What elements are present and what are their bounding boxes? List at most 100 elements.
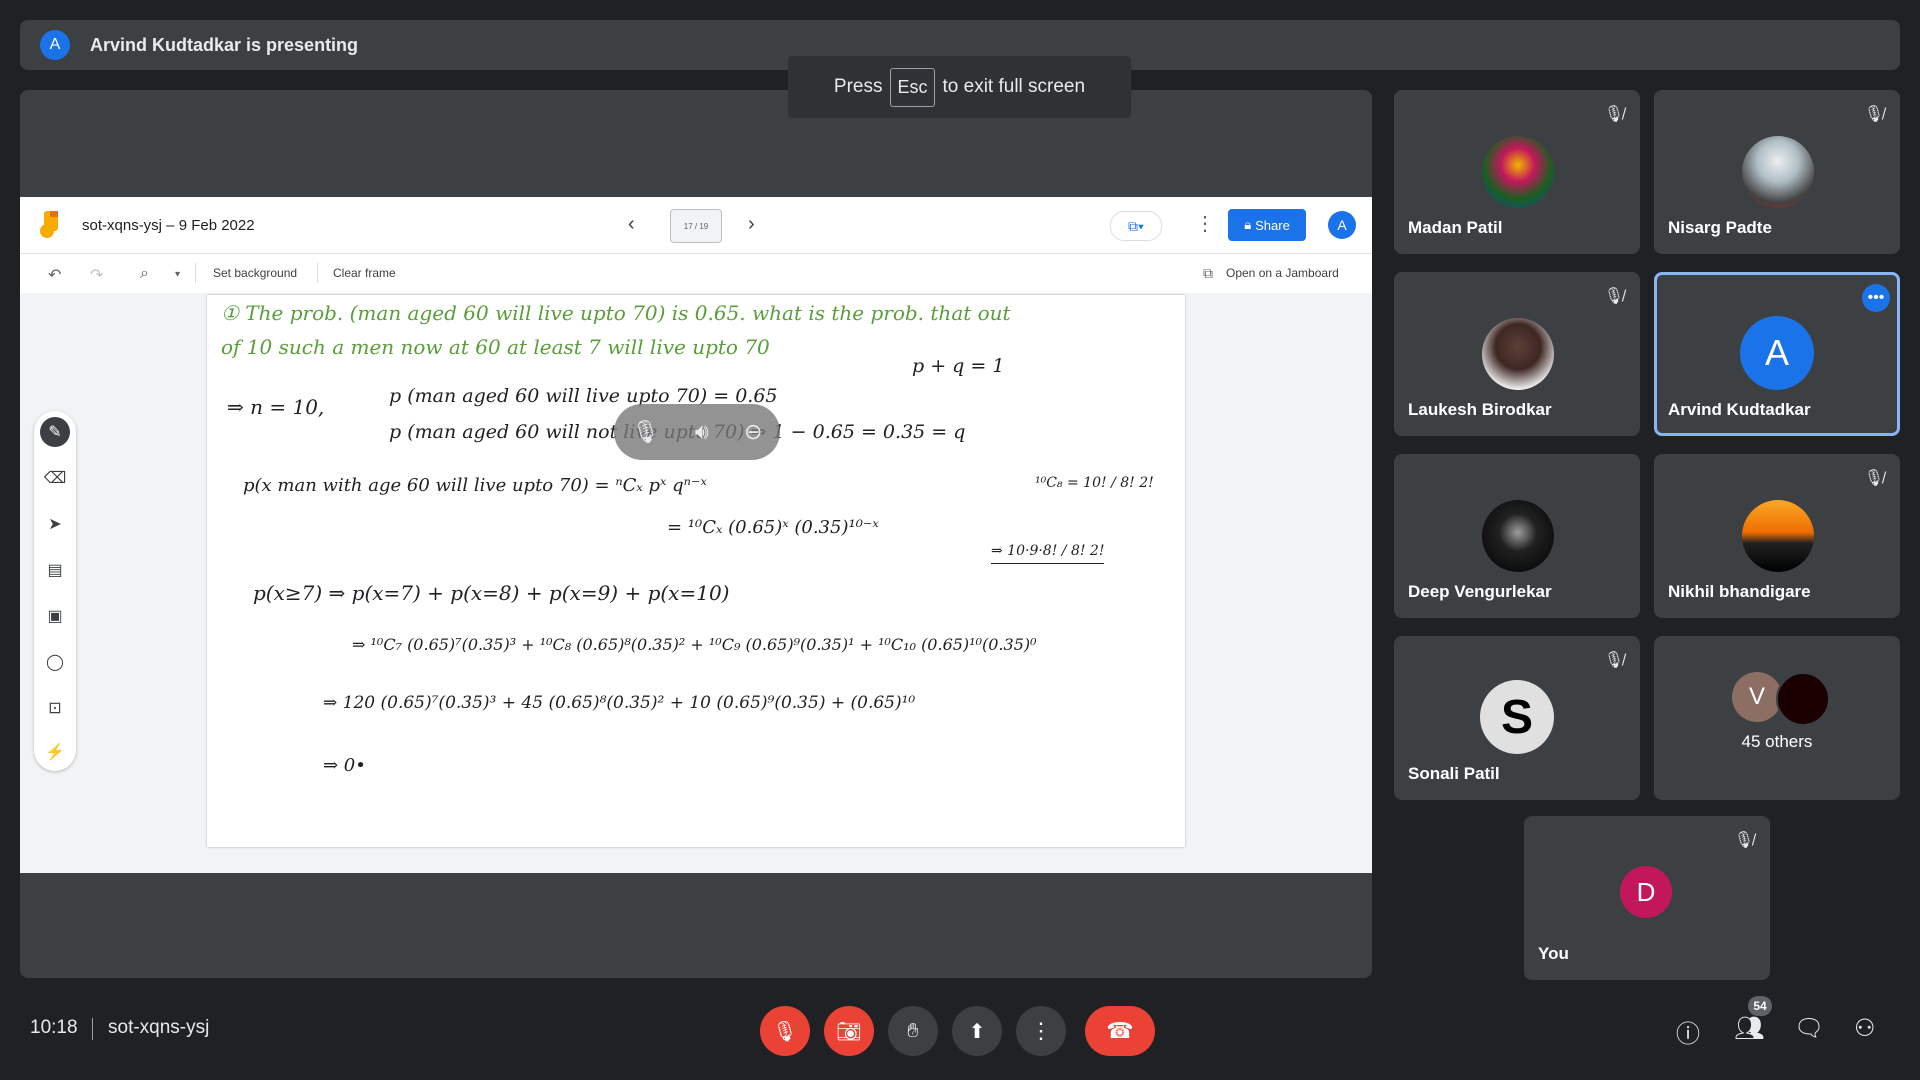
esc-hint-pre: Press <box>833 76 883 97</box>
avatar <box>1482 500 1554 572</box>
lock-icon: 🔒︎ <box>1244 217 1252 232</box>
next-frame-icon[interactable]: › <box>748 213 755 236</box>
others-count: 45 others <box>1741 732 1813 751</box>
more-options-icon[interactable]: ⋮ <box>1195 211 1215 236</box>
participant-name: Arvind Kudtadkar <box>1668 400 1811 419</box>
avatar <box>1776 672 1830 726</box>
circle-shape-icon[interactable]: ◯ <box>40 647 70 677</box>
avatar: D <box>1620 866 1672 918</box>
participant-tile[interactable]: 🎙︎̸ Laukesh Birodkar <box>1394 272 1640 436</box>
toolbar-divider <box>195 263 196 283</box>
hand-icon: ✋︎ <box>907 1019 919 1042</box>
open-on-jamboard-button[interactable]: Open on a Jamboard <box>1226 266 1339 280</box>
pen-icon[interactable]: ✎ <box>40 417 70 447</box>
frame-indicator[interactable]: 17 / 19 <box>670 209 722 243</box>
participant-tile-active-speaker[interactable]: ••• A Arvind Kudtadkar <box>1654 272 1900 436</box>
handwriting-line: ⇒ 120 (0.65)⁷(0.35)³ + 45 (0.65)⁸(0.35)²… <box>323 693 916 713</box>
participant-tile[interactable]: Deep Vengurlekar <box>1394 454 1640 618</box>
participant-name: You <box>1538 944 1569 963</box>
participant-name: Laukesh Birodkar <box>1408 400 1552 419</box>
presentation-stage: sot-xqns-ysj – 9 Feb 2022 ‹ 17 / 19 › ⧉▾… <box>20 90 1372 978</box>
open-jamboard-icon[interactable]: ⧉ <box>1203 265 1213 282</box>
remove-icon[interactable]: ⊖ <box>744 419 762 445</box>
avatar <box>1742 136 1814 208</box>
set-background-button[interactable]: Set background <box>213 266 297 280</box>
more-options-icon[interactable]: ••• <box>1862 284 1890 312</box>
participant-tile[interactable]: 🎙︎̸ Nikhil bhandigare <box>1654 454 1900 618</box>
meeting-code: sot-xqns-ysj <box>108 1017 210 1038</box>
mic-off-icon[interactable]: 🎙︎ <box>632 419 660 445</box>
presenter-audio-overlay: 🎙︎ 🔊︎ ⊖ <box>614 404 780 460</box>
mic-off-icon: 🎙︎̸ <box>1863 106 1884 123</box>
more-options-button[interactable]: ⋮ <box>1016 1006 1066 1056</box>
jamboard-window: sot-xqns-ysj – 9 Feb 2022 ‹ 17 / 19 › ⧉▾… <box>20 197 1372 873</box>
handwriting-line: = ¹⁰Cₓ (0.65)ˣ (0.35)¹⁰⁻ˣ <box>667 517 879 538</box>
mic-off-icon: 🎙︎̸ <box>1603 288 1624 305</box>
jamboard-title: sot-xqns-ysj – 9 Feb 2022 <box>82 217 255 234</box>
handwriting-line: ¹⁰C₈ = 10! / 8! 2! <box>1035 475 1154 491</box>
participant-name: Sonali Patil <box>1408 764 1500 783</box>
select-icon[interactable]: ➤ <box>40 509 70 539</box>
meeting-details-icon[interactable]: ⓘ <box>1676 1014 1700 1049</box>
account-avatar[interactable]: A <box>1328 211 1356 239</box>
toolbar-divider <box>317 263 318 283</box>
handwriting-line: ⇒ n = 10, <box>227 395 325 419</box>
self-tile[interactable]: 🎙︎̸ D You <box>1524 816 1770 980</box>
eraser-icon[interactable]: ⌫ <box>40 463 70 493</box>
mic-off-icon: 🎙︎̸ <box>1863 470 1884 487</box>
handwriting-line: ⇒ 0• <box>323 755 366 776</box>
zoom-dropdown-icon[interactable]: ▾ <box>175 269 180 280</box>
divider <box>92 1018 93 1040</box>
share-button[interactable]: 🔒︎ Share <box>1228 209 1306 241</box>
participant-tile[interactable]: 🎙︎̸ S Sonali Patil <box>1394 636 1640 800</box>
avatar <box>1482 318 1554 390</box>
handwriting-line: ① The prob. (man aged 60 will live upto … <box>221 301 1011 325</box>
microphone-toggle-button[interactable]: 🎙︎ <box>760 1006 810 1056</box>
present-screen-icon: ⬆ <box>968 1020 986 1043</box>
undo-icon[interactable]: ↶ <box>48 265 61 285</box>
avatar: A <box>1740 316 1814 390</box>
raise-hand-button[interactable]: ✋︎ <box>888 1006 938 1056</box>
previous-frame-icon[interactable]: ‹ <box>628 213 635 236</box>
participant-name: Deep Vengurlekar <box>1408 582 1552 601</box>
more-vert-icon: ⋮ <box>1030 1018 1052 1043</box>
hang-up-icon: ☎︎ <box>1106 1018 1134 1043</box>
sticky-note-icon[interactable]: ▤ <box>40 555 70 585</box>
participant-name: Nikhil bhandigare <box>1668 582 1811 601</box>
jamboard-frame[interactable]: ① The prob. (man aged 60 will live upto … <box>207 295 1185 847</box>
participant-tile[interactable]: 🎙︎̸ Madan Patil <box>1394 90 1640 254</box>
zoom-icon[interactable]: ⌕ <box>140 265 149 283</box>
handwriting-line: p(x man with age 60 will live upto 70) =… <box>243 475 707 496</box>
redo-icon[interactable]: ↷ <box>90 265 103 285</box>
share-label: Share <box>1255 217 1290 233</box>
handwriting-line: p(x≥7) ⇒ p(x=7) + p(x=8) + p(x=9) + p(x=… <box>253 581 730 605</box>
people-count-badge: 54 <box>1748 996 1772 1016</box>
jamboard-canvas-area: ① The prob. (man aged 60 will live upto … <box>20 293 1372 873</box>
others-tile[interactable]: V 45 others <box>1654 636 1900 800</box>
handwriting-line: ⇒ 10·9·8! / 8! 2! <box>991 543 1105 564</box>
people-icon[interactable]: 👥︎ <box>1734 1014 1764 1043</box>
esc-key: Esc <box>890 67 935 107</box>
present-button[interactable]: ⧉▾ <box>1110 211 1162 241</box>
text-box-icon[interactable]: ⊡ <box>40 693 70 723</box>
image-icon[interactable]: ▣ <box>40 601 70 631</box>
camera-off-icon: 📷︎ <box>836 1020 862 1043</box>
mic-off-icon: 🎙︎ <box>772 1020 798 1043</box>
volume-icon[interactable]: 🔊︎ <box>695 419 709 445</box>
avatar: V <box>1732 672 1782 722</box>
participant-name: Nisarg Padte <box>1668 218 1772 237</box>
jamboard-tools-sidebar: ✎ ⌫ ➤ ▤ ▣ ◯ ⊡ ⚡ <box>34 411 76 771</box>
leave-call-button[interactable]: ☎︎ <box>1085 1006 1155 1056</box>
camera-toggle-button[interactable]: 📷︎ <box>824 1006 874 1056</box>
present-now-button[interactable]: ⬆ <box>952 1006 1002 1056</box>
clear-frame-button[interactable]: Clear frame <box>333 266 396 280</box>
laser-icon[interactable]: ⚡ <box>40 737 70 767</box>
chat-icon[interactable]: 🗨︎ <box>1794 1014 1824 1043</box>
jamboard-header: sot-xqns-ysj – 9 Feb 2022 ‹ 17 / 19 › ⧉▾… <box>20 197 1372 254</box>
avatar: S <box>1480 680 1554 754</box>
handwriting-line: of 10 such a men now at 60 at least 7 wi… <box>221 335 770 359</box>
jamboard-toolbar: ↶ ↷ ⌕ ▾ Set background Clear frame ⧉ Ope… <box>20 253 1372 293</box>
activities-icon[interactable]: ⚇ <box>1854 1014 1876 1043</box>
participant-tile[interactable]: 🎙︎̸ Nisarg Padte <box>1654 90 1900 254</box>
presenter-text: Arvind Kudtadkar is presenting <box>90 35 359 55</box>
